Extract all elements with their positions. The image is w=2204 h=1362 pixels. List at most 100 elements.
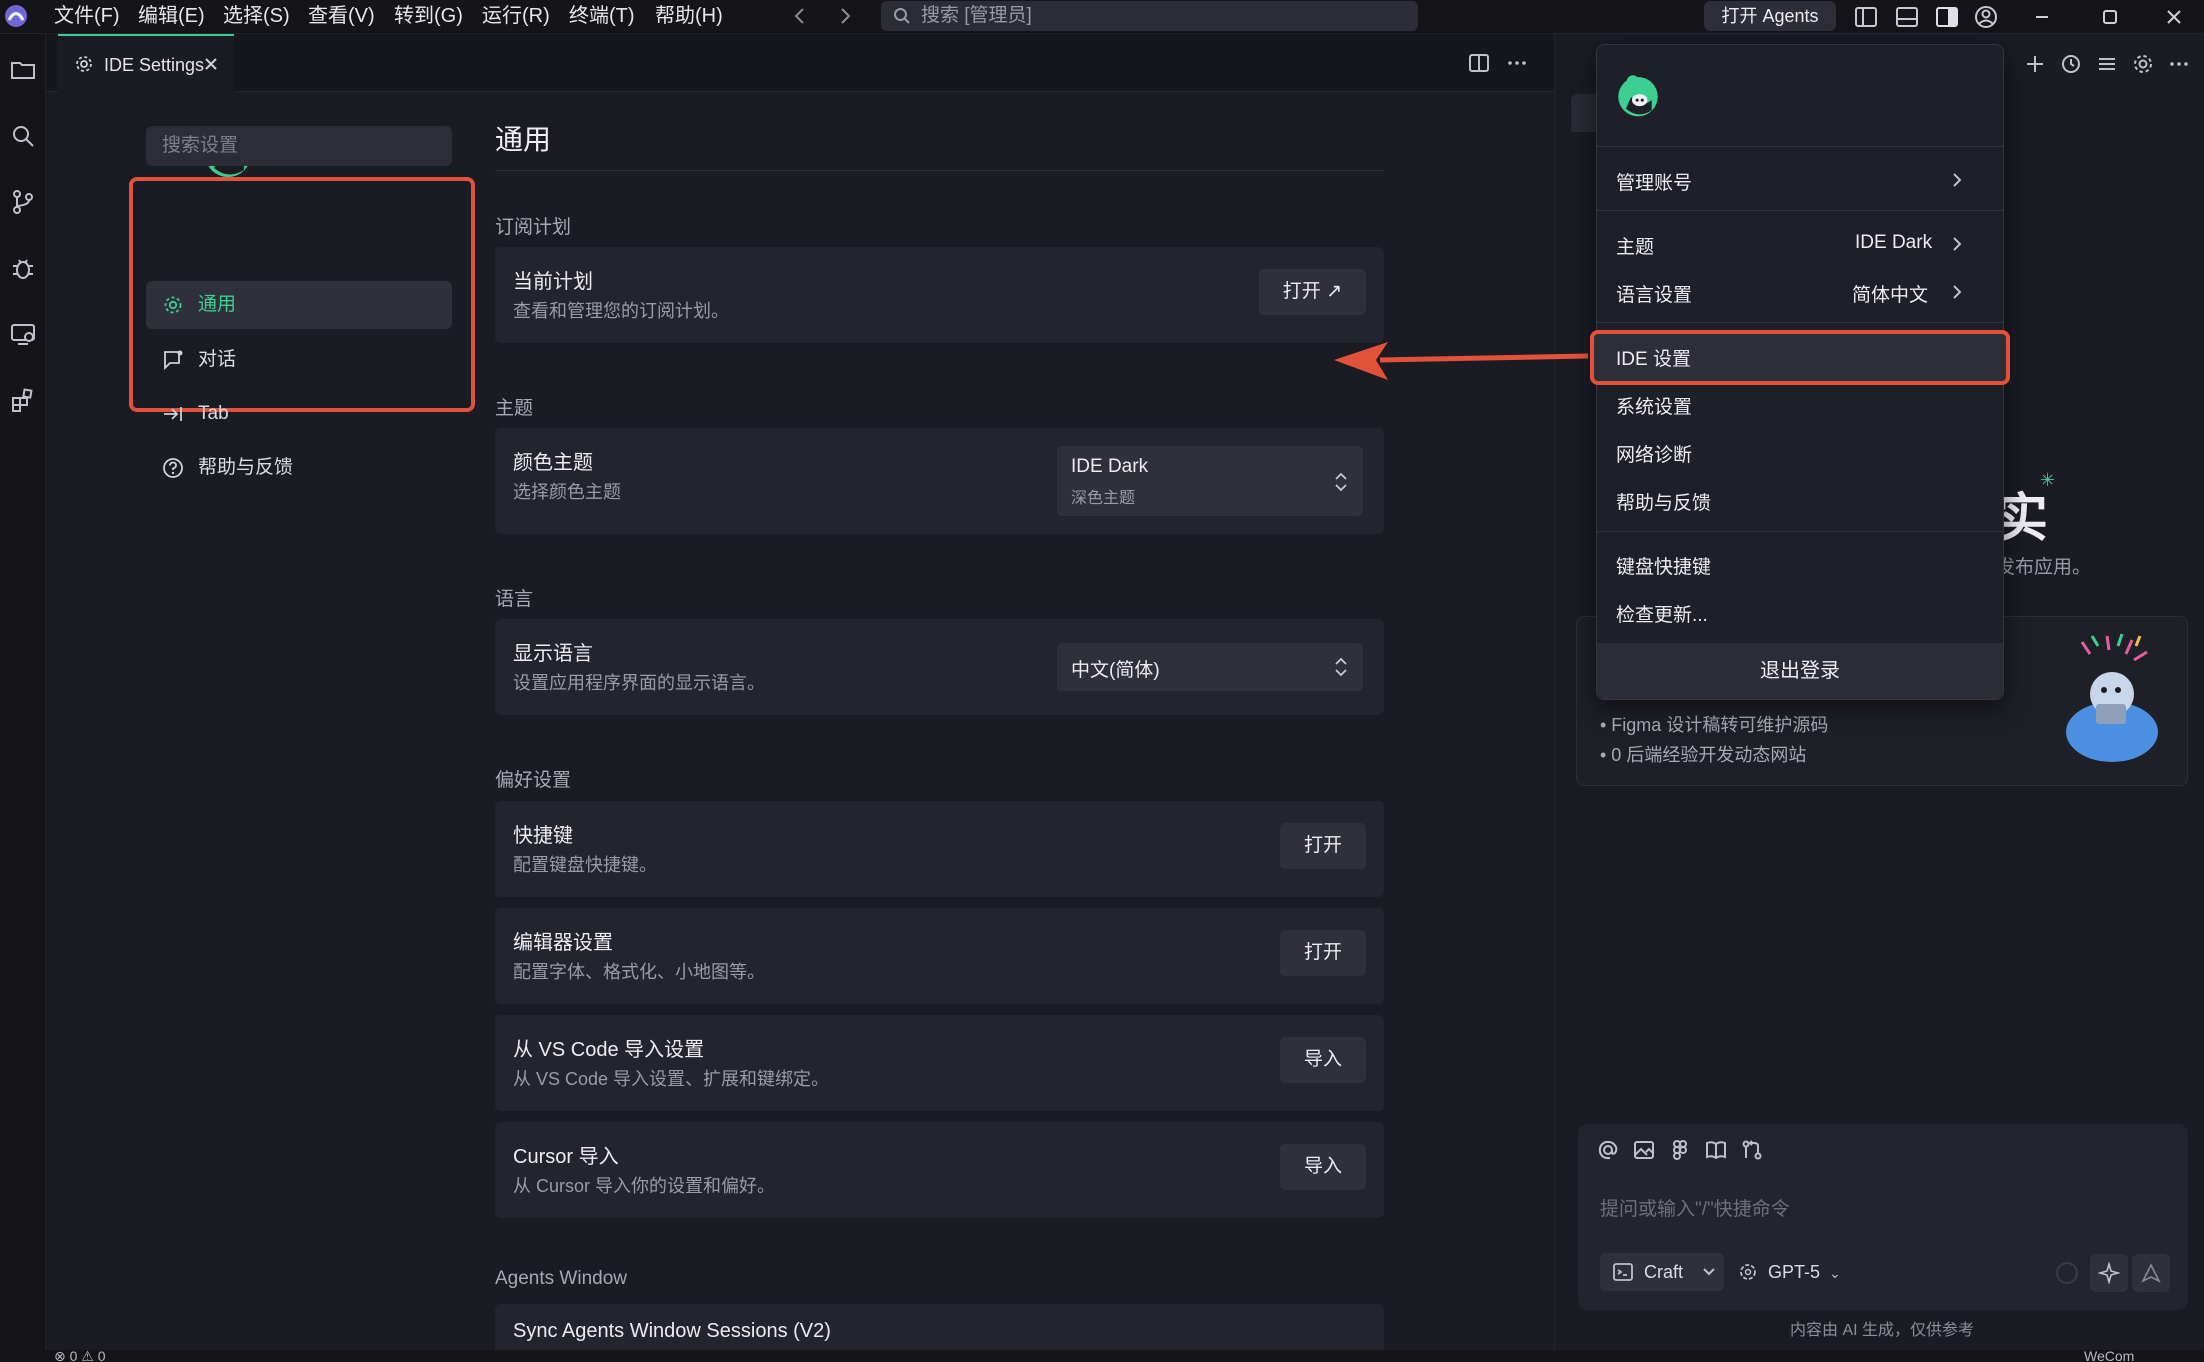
chevron-down-icon: ⌄ — [1829, 1265, 1841, 1281]
settings-nav-chat[interactable]: 对话 — [146, 336, 452, 384]
more-icon[interactable] — [2167, 52, 2191, 76]
more-actions-icon[interactable] — [1506, 52, 1528, 74]
chat-input-placeholder[interactable]: 提问或输入"/"快捷命令 — [1600, 1194, 1790, 1221]
status-bar: ⊗ 0 ⚠ 0 WeCom — [0, 1350, 2204, 1362]
open-plan-button[interactable]: 打开 ↗ — [1258, 269, 1366, 315]
minimize-icon[interactable] — [2022, 2, 2062, 32]
problems-indicator[interactable]: ⊗ 0 ⚠ 0 — [54, 1350, 106, 1362]
close-window-icon[interactable] — [2154, 2, 2194, 32]
menu-manage-account[interactable]: 管理账号 — [1616, 168, 1692, 195]
enhance-prompt-button[interactable] — [2090, 1254, 2128, 1292]
menu-goto[interactable]: 转到(G) — [394, 3, 463, 29]
account-icon[interactable] — [1972, 3, 2000, 31]
open-agents-button[interactable]: 打开 Agents — [1704, 1, 1836, 31]
menu-help[interactable]: 帮助(H) — [655, 3, 723, 29]
mascot-illustration-icon — [2066, 633, 2158, 762]
nav-forward-icon[interactable] — [835, 6, 855, 26]
nav-back-icon[interactable] — [790, 6, 810, 26]
section-title-language: 语言 — [495, 589, 534, 610]
menu-divider — [1597, 210, 2003, 211]
model-value: GPT-5 — [1768, 1262, 1821, 1282]
section-title-theme: 主题 — [495, 398, 534, 419]
tab-ide-settings[interactable]: IDE Settings — [58, 34, 234, 92]
split-editor-icon[interactable] — [1468, 52, 1490, 74]
code-review-icon[interactable] — [1740, 1138, 1764, 1162]
close-icon[interactable] — [202, 55, 220, 73]
menu-system-settings[interactable]: 系统设置 — [1616, 392, 1692, 419]
model-select[interactable]: GPT-5 ⌄ — [1738, 1253, 1841, 1291]
card-description: 查看和管理您的订阅计划。 — [513, 301, 729, 321]
logout-button[interactable]: 退出登录 — [1597, 643, 2003, 699]
color-theme-select[interactable]: IDE Dark 深色主题 — [1057, 446, 1363, 516]
extensions-icon[interactable] — [9, 386, 37, 414]
menu-ide-settings[interactable]: IDE 设置 — [1616, 344, 1691, 371]
card-title: 快捷键 — [513, 825, 573, 847]
open-editor-settings-button[interactable]: 打开 — [1279, 930, 1366, 976]
display-language-select[interactable]: 中文(简体) — [1057, 643, 1363, 691]
card-description: 配置键盘快捷键。 — [513, 855, 657, 875]
shortcuts-card: 快捷键 配置键盘快捷键。 打开 — [495, 801, 1384, 897]
annotation-arrow-icon — [1334, 342, 1589, 380]
title-bar: 文件(F) 编辑(E) 选择(S) 查看(V) 转到(G) 运行(R) 终端(T… — [0, 0, 2204, 34]
history-icon[interactable] — [2059, 52, 2083, 76]
figma-icon[interactable] — [1668, 1138, 1692, 1162]
chevron-right-icon — [1953, 237, 1962, 251]
section-title-preferences: 偏好设置 — [495, 770, 572, 791]
section-title-subscription: 订阅计划 — [495, 217, 572, 238]
image-icon[interactable] — [1632, 1138, 1656, 1162]
app-logo-icon — [5, 5, 27, 27]
menu-file[interactable]: 文件(F) — [54, 3, 120, 29]
source-control-icon[interactable] — [9, 188, 37, 216]
menu-edit[interactable]: 编辑(E) — [138, 3, 205, 29]
menu-network-diagnostics[interactable]: 网络诊断 — [1616, 440, 1692, 467]
menu-language[interactable]: 语言设置 — [1616, 280, 1692, 307]
settings-nav-label: 帮助与反馈 — [198, 457, 294, 478]
send-button[interactable] — [2132, 1254, 2170, 1292]
settings-nav-general[interactable]: 通用 — [146, 281, 452, 329]
status-right-item[interactable]: WeCom — [2084, 1350, 2134, 1362]
open-shortcuts-button[interactable]: 打开 — [1279, 823, 1366, 869]
toggle-panel-icon[interactable] — [1893, 3, 1921, 31]
menu-theme[interactable]: 主题 — [1616, 232, 1654, 259]
settings-nav-tab[interactable]: Tab — [146, 390, 452, 438]
menu-terminal[interactable]: 终端(T) — [569, 3, 635, 29]
menu-check-updates[interactable]: 检查更新... — [1616, 600, 1708, 627]
mention-icon[interactable] — [1596, 1138, 1620, 1162]
card-title: 编辑器设置 — [513, 932, 613, 954]
card-description: 设置应用程序界面的显示语言。 — [513, 673, 765, 693]
menu-view[interactable]: 查看(V) — [308, 3, 375, 29]
plan-card: 当前计划 查看和管理您的订阅计划。 打开 ↗ — [495, 247, 1384, 343]
menu-keyboard-shortcuts[interactable]: 键盘快捷键 — [1616, 552, 1711, 579]
openai-icon — [1740, 1264, 1756, 1280]
menu-run[interactable]: 运行(R) — [482, 3, 550, 29]
editor-tab-bar: IDE Settings — [46, 34, 1554, 92]
book-icon[interactable] — [1704, 1138, 1728, 1162]
settings-gear-icon[interactable] — [2131, 52, 2155, 76]
explorer-icon[interactable] — [9, 56, 37, 84]
cursor-import-button[interactable]: 导入 — [1279, 1144, 1366, 1190]
settings-search-input[interactable]: 搜索设置 — [146, 126, 452, 166]
command-search-input[interactable]: 搜索 [管理员] — [881, 1, 1418, 31]
toggle-secondary-sidebar-icon[interactable] — [1933, 3, 1961, 31]
editor-settings-card: 编辑器设置 配置字体、格式化、小地图等。 打开 — [495, 908, 1384, 1004]
card-description: 选择颜色主题 — [513, 482, 621, 502]
select-value: IDE Dark — [1071, 456, 1149, 477]
vscode-import-button[interactable]: 导入 — [1279, 1037, 1366, 1083]
remote-explorer-icon[interactable] — [9, 320, 37, 348]
menu-selection[interactable]: 选择(S) — [223, 3, 290, 29]
mode-select[interactable]: Craft — [1600, 1253, 1724, 1291]
toggle-sidebar-icon[interactable] — [1852, 3, 1880, 31]
settings-nav-help[interactable]: 帮助与反馈 — [146, 444, 452, 492]
search-icon[interactable] — [9, 122, 37, 150]
menu-help-feedback[interactable]: 帮助与反馈 — [1616, 488, 1711, 515]
craft-icon — [1613, 1263, 1633, 1281]
add-icon[interactable] — [2023, 52, 2047, 76]
chevron-updown-icon — [1335, 657, 1347, 677]
mode-value: Craft — [1644, 1262, 1684, 1282]
list-icon[interactable] — [2095, 52, 2119, 76]
debug-icon[interactable] — [9, 254, 37, 282]
display-language-card: 显示语言 设置应用程序界面的显示语言。 中文(简体) — [495, 619, 1384, 715]
maximize-icon[interactable] — [2090, 2, 2130, 32]
settings-nav-label: Tab — [198, 403, 229, 424]
card-description: 从 VS Code 导入设置、扩展和键绑定。 — [513, 1069, 830, 1089]
